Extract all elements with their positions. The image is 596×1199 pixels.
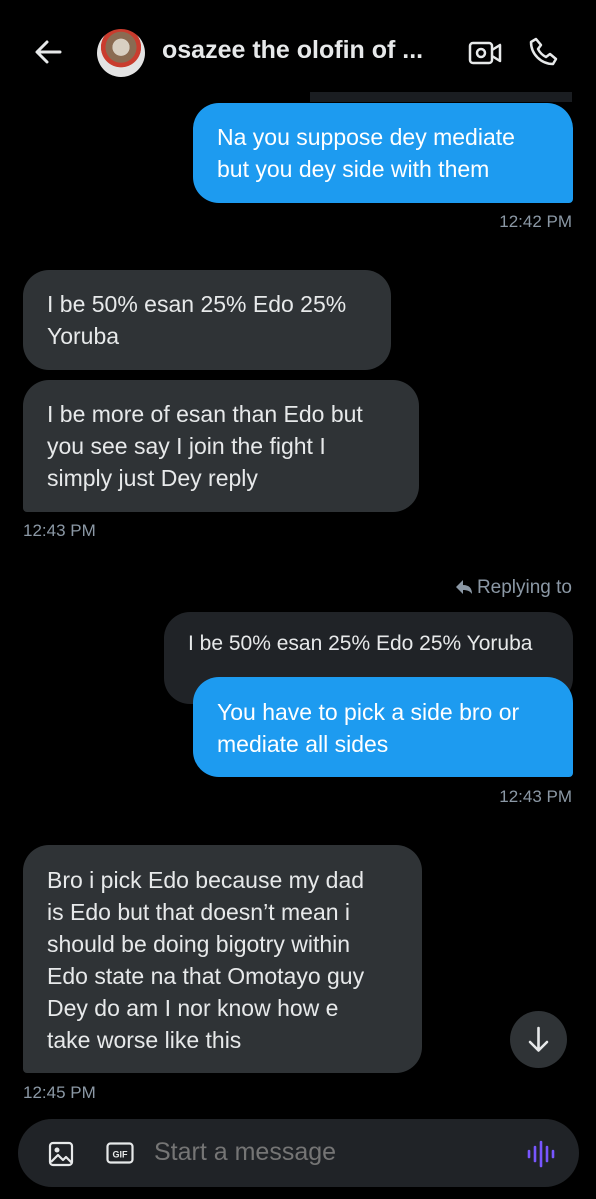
previous-message-edge <box>310 92 572 102</box>
message-line: I be more of esan than Edo but <box>47 401 363 427</box>
message-line: Edo state na that Omotayo guy <box>47 963 365 989</box>
message-timestamp: 12:45 PM <box>23 1083 96 1102</box>
message-line: Bro i pick Edo because my dad <box>47 867 365 893</box>
message-timestamp: 12:43 PM <box>23 521 96 540</box>
conversation-title[interactable]: osazee the olofin of ... <box>162 36 423 65</box>
gif-icon[interactable]: GIF <box>106 1142 134 1164</box>
back-arrow-icon[interactable] <box>30 34 66 70</box>
scroll-down-button[interactable] <box>510 1011 567 1068</box>
message-line: is Edo but that doesn’t mean i <box>47 899 351 925</box>
video-call-icon[interactable] <box>468 38 502 68</box>
message-line: you see say I join the fight I <box>47 433 326 459</box>
message-bubble-sent[interactable]: Na you suppose dey mediate but you dey s… <box>193 103 573 203</box>
quoted-text: I be 50% esan 25% Edo 25% Yoruba <box>188 632 533 655</box>
message-line: You have to pick a side bro or <box>217 699 520 725</box>
message-line: should be doing bigotry within <box>47 931 351 957</box>
image-icon[interactable] <box>48 1141 74 1167</box>
message-line: take worse like this <box>47 1027 242 1053</box>
replying-to-label: Replying to <box>455 577 572 599</box>
message-line: simply just Dey reply <box>47 465 258 491</box>
phone-call-icon[interactable] <box>527 36 559 68</box>
message-bubble-sent[interactable]: You have to pick a side bro or mediate a… <box>193 677 573 777</box>
message-bubble-received[interactable]: I be more of esan than Edo but you see s… <box>23 380 419 512</box>
message-input[interactable] <box>154 1138 474 1167</box>
voice-message-icon[interactable] <box>526 1139 556 1169</box>
message-line: mediate all sides <box>217 731 389 757</box>
reply-arrow-icon <box>455 580 472 594</box>
message-line: I be 50% esan 25% Edo 25% <box>47 291 347 317</box>
message-bubble-received[interactable]: Bro i pick Edo because my dad is Edo but… <box>23 845 422 1073</box>
message-timestamp: 12:42 PM <box>499 212 572 231</box>
message-line: but you dey side with them <box>217 156 490 182</box>
replying-to-text: Replying to <box>476 577 572 598</box>
conversation-header: osazee the olofin of ... <box>0 0 596 100</box>
message-line: Yoruba <box>47 323 120 349</box>
message-bubble-received[interactable]: I be 50% esan 25% Edo 25% Yoruba <box>23 270 391 370</box>
scroll-down-icon <box>528 1026 549 1052</box>
message-line: Na you suppose dey mediate <box>217 124 515 150</box>
message-timestamp: 12:43 PM <box>499 787 572 806</box>
message-line: Dey do am I nor know how e <box>47 995 339 1021</box>
svg-text:GIF: GIF <box>113 1150 129 1160</box>
message-composer: GIF <box>18 1119 579 1187</box>
avatar[interactable] <box>97 29 145 77</box>
